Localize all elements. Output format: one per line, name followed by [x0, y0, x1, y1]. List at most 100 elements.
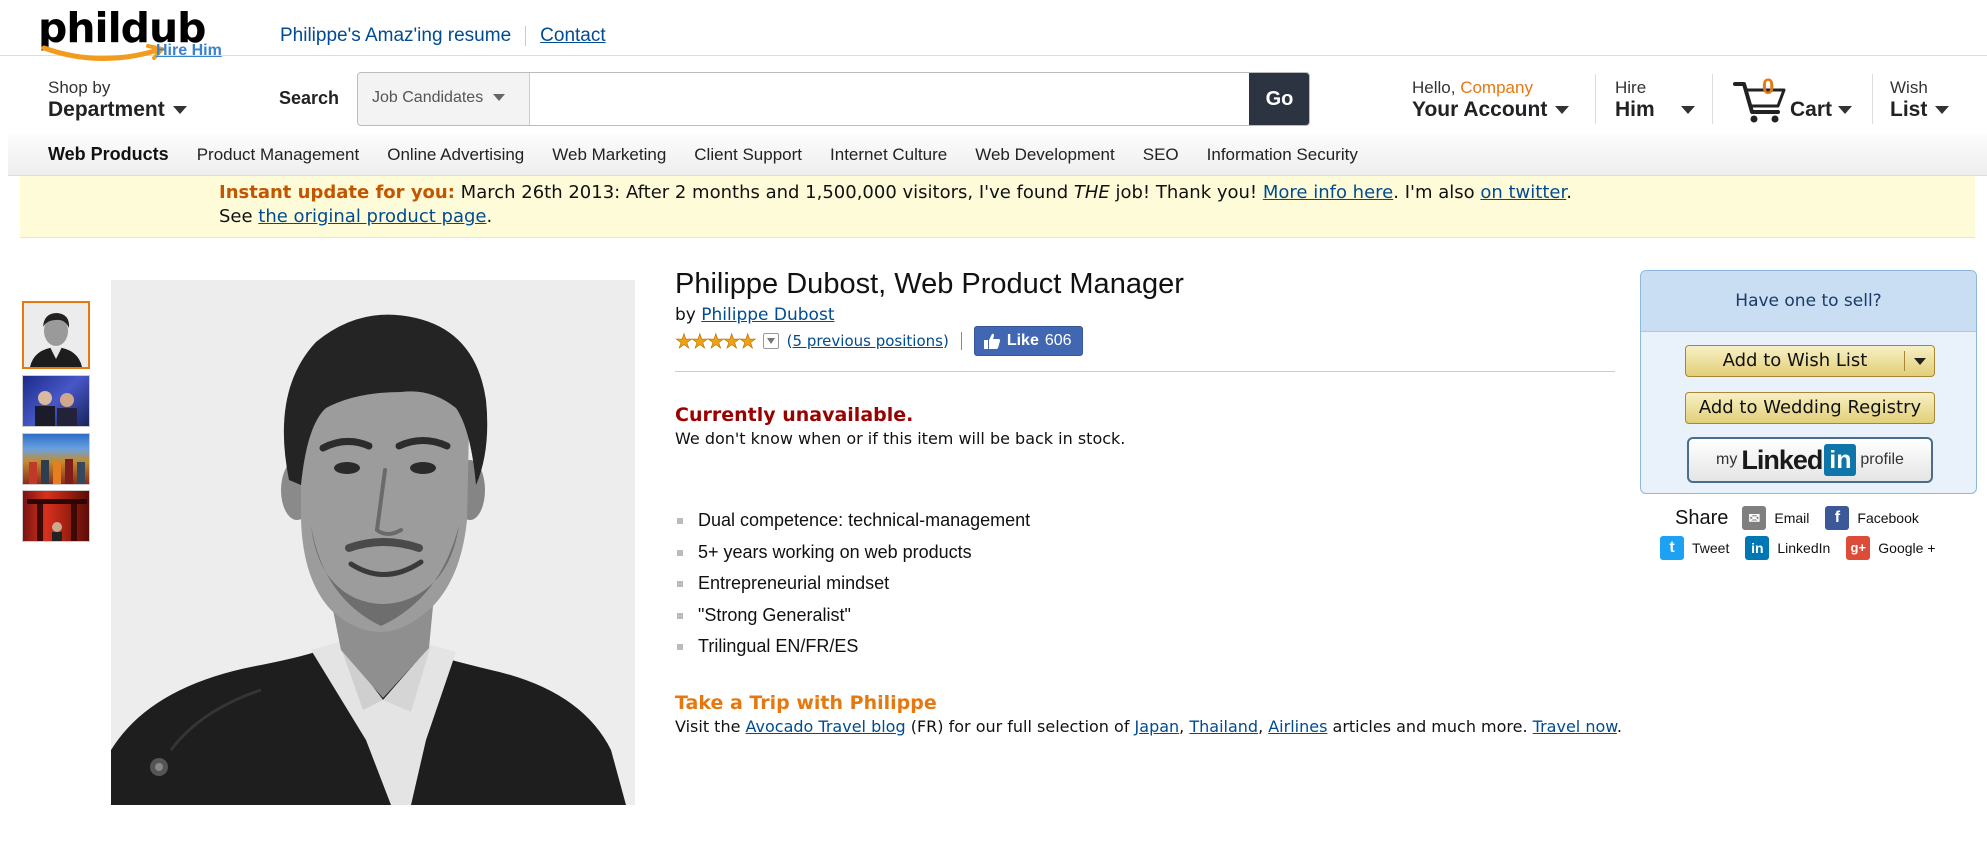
shop-by-department-menu[interactable]: Shop by Department [48, 78, 187, 122]
hire-him-menu[interactable]: Hire Him [1615, 78, 1695, 122]
account-menu[interactable]: Hello, Company Your Account [1412, 78, 1570, 122]
category-bar-title[interactable]: Web Products [48, 144, 169, 165]
category-item-seo[interactable]: SEO [1143, 145, 1179, 165]
like-label: Like [1006, 332, 1039, 349]
trip-text-part: . [1616, 717, 1622, 736]
category-item-web-marketing[interactable]: Web Marketing [552, 145, 666, 165]
more-info-link[interactable]: More info here [1263, 182, 1393, 203]
by-prefix: by [675, 305, 702, 325]
twitter-icon[interactable]: t [1660, 536, 1684, 560]
banner-text: . [1566, 182, 1572, 203]
previous-positions-link[interactable]: 5 previous positions [793, 332, 943, 350]
share-row: Share ✉ Email f Facebook [1675, 506, 1919, 530]
resume-link[interactable]: Philippe's Amaz'ing resume [280, 25, 511, 47]
list-label: List [1890, 98, 1928, 121]
go-button[interactable]: Go [1249, 73, 1309, 125]
share-email-link[interactable]: Email [1774, 510, 1809, 526]
portrait-image [111, 280, 635, 805]
add-to-wedding-registry-button[interactable]: Add to Wedding Registry [1685, 392, 1935, 424]
site-logo[interactable]: phildub Hire Him [38, 4, 228, 62]
email-icon[interactable]: ✉ [1742, 506, 1767, 530]
search-category-select[interactable]: Job Candidates [358, 73, 530, 125]
have-one-to-sell-heading[interactable]: Have one to sell? [1641, 271, 1976, 332]
banner-text: . [486, 206, 493, 227]
airlines-link[interactable]: Airlines [1268, 717, 1327, 736]
nav-divider [1595, 74, 1596, 124]
category-item-online-advertising[interactable]: Online Advertising [387, 145, 524, 165]
search-input[interactable] [530, 73, 1210, 125]
contact-link[interactable]: Contact [540, 25, 605, 47]
travel-now-link[interactable]: Travel now [1533, 717, 1617, 736]
top-bar: phildub Hire Him Philippe's Amaz'ing res… [0, 0, 1987, 62]
chevron-down-icon [172, 106, 187, 115]
trip-title: Take a Trip with Philippe [675, 692, 937, 714]
author-link[interactable]: Philippe Dubost [701, 305, 834, 325]
share-linkedin-link[interactable]: LinkedIn [1777, 540, 1830, 556]
linkedin-profile-label: profile [1860, 451, 1904, 468]
thumbs-up-icon [983, 333, 1000, 349]
thailand-link[interactable]: Thailand [1189, 717, 1258, 736]
chevron-down-icon [1680, 106, 1695, 115]
wish-list-menu[interactable]: Wish List [1890, 78, 1950, 122]
japan-link[interactable]: Japan [1135, 717, 1180, 736]
main-product-photo[interactable] [111, 280, 635, 805]
linkedin-profile-button[interactable]: my Linked in profile [1687, 437, 1933, 483]
category-item-product-management[interactable]: Product Management [197, 145, 360, 165]
google-plus-icon[interactable]: g+ [1846, 536, 1871, 560]
rating-dropdown-icon[interactable] [762, 333, 779, 349]
search-box: Job Candidates Go [357, 72, 1310, 126]
category-item-client-support[interactable]: Client Support [694, 145, 802, 165]
your-account-label: Your Account [1412, 98, 1548, 121]
top-link-divider [525, 26, 527, 46]
category-item-web-development[interactable]: Web Development [975, 145, 1115, 165]
torii-thumbnail-image [27, 499, 87, 541]
thumbnail-event-photo[interactable] [22, 375, 90, 427]
cart-label: Cart [1790, 98, 1833, 121]
share-facebook-link[interactable]: Facebook [1857, 510, 1918, 526]
facebook-icon[interactable]: f [1825, 506, 1850, 530]
list-item: Trilingual EN/FR/ES [675, 636, 1030, 668]
event-thumbnail-image [35, 391, 77, 426]
trip-text: Visit the Avocado Travel blog (FR) for o… [675, 717, 1622, 736]
nav-divider [1712, 74, 1713, 124]
linkedin-in-icon: in [1824, 444, 1857, 476]
original-product-page-link[interactable]: the original product page [258, 206, 486, 227]
facebook-like-button[interactable]: Like 606 [973, 326, 1083, 356]
trip-text-part: articles and much more. [1327, 717, 1533, 736]
main-nav: Shop by Department Search Job Candidates… [0, 56, 1987, 134]
banner-text: See [219, 206, 259, 227]
title-divider [675, 371, 1615, 372]
product-title: Philippe Dubost, Web Product Manager [675, 268, 1184, 300]
department-label: Department [48, 98, 165, 121]
thumbnail-portrait[interactable] [22, 301, 90, 369]
share-google-plus-link[interactable]: Google + [1878, 540, 1935, 556]
share-tweet-link[interactable]: Tweet [1692, 540, 1729, 556]
trip-text-part: (FR) for our full selection of [905, 717, 1135, 736]
banner-text: March 26th 2013: After 2 months and 1,50… [454, 182, 1074, 203]
star-rating[interactable]: ★★★★★ [675, 329, 757, 354]
twitter-link[interactable]: on twitter [1480, 182, 1566, 203]
share-label: Share [1675, 506, 1729, 529]
linkedin-my-label: my [1716, 451, 1738, 468]
portrait-thumbnail-image [24, 303, 88, 367]
thumbnail-torii-gate[interactable] [22, 490, 90, 542]
banner-headline: Instant update for you: [219, 182, 455, 203]
thumbnail-travel-group[interactable] [22, 433, 90, 485]
chevron-down-icon[interactable] [1914, 358, 1926, 365]
banner-line-2: See the original product page. [219, 205, 1975, 229]
linkedin-icon[interactable]: in [1745, 536, 1770, 560]
category-item-information-security[interactable]: Information Security [1207, 145, 1358, 165]
category-bar: Web Products Product Management Online A… [8, 134, 1987, 176]
account-name: Company [1460, 78, 1533, 97]
chevron-down-icon [1935, 106, 1950, 115]
category-item-internet-culture[interactable]: Internet Culture [830, 145, 947, 165]
list-item: "Strong Generalist" [675, 605, 1030, 637]
add-to-wish-list-button[interactable]: Add to Wish List [1685, 345, 1935, 377]
cart-button[interactable]: 0 Cart [1732, 74, 1862, 128]
buy-box: Have one to sell? Add to Wish List Add t… [1640, 270, 1977, 494]
trip-text-part: Visit the [675, 717, 746, 736]
share-row: t Tweet in LinkedIn g+ Google + [1660, 536, 1936, 560]
list-item: Dual competence: technical-management [675, 510, 1030, 542]
shop-by-label: Shop by [48, 78, 111, 97]
avocado-travel-blog-link[interactable]: Avocado Travel blog [746, 717, 906, 736]
